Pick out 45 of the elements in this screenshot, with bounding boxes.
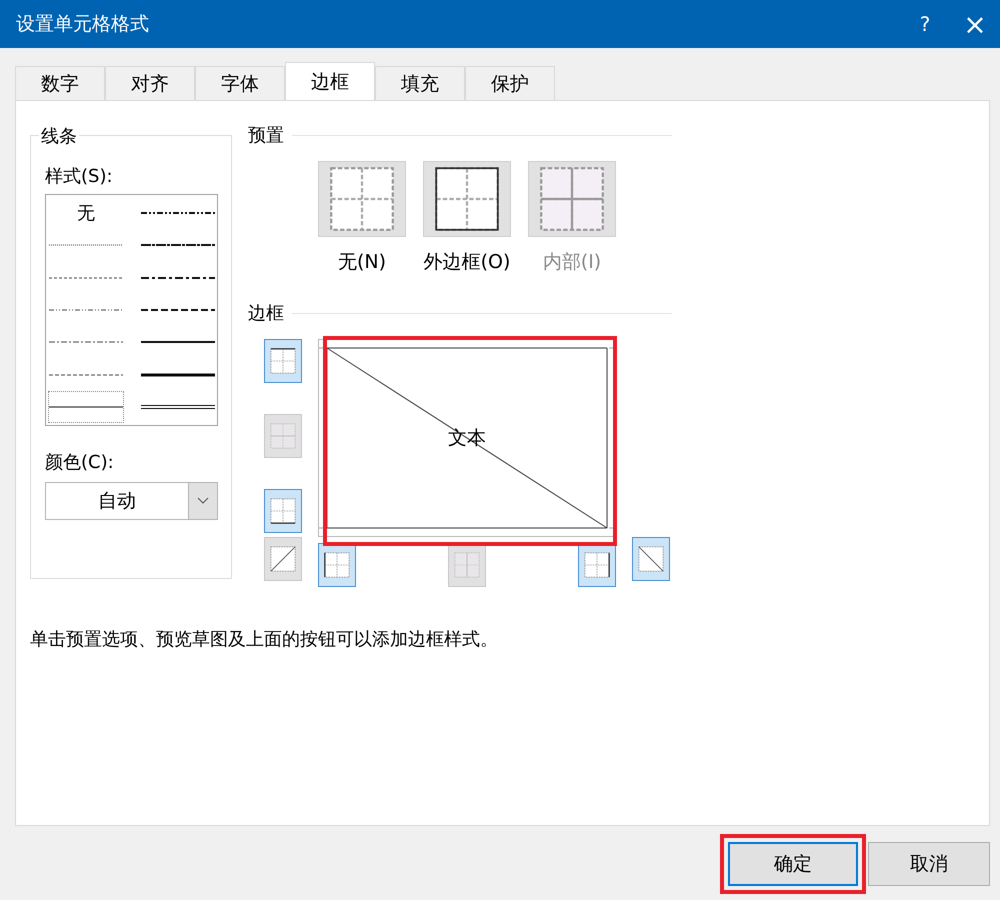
chevron-down-icon xyxy=(197,497,209,505)
color-dropdown[interactable]: 自动 xyxy=(45,482,218,520)
line-style-list[interactable]: 无 xyxy=(45,194,218,426)
ok-button[interactable]: 确定 xyxy=(728,842,858,886)
preset-button[interactable] xyxy=(423,161,511,237)
grid-icon xyxy=(270,423,296,449)
grid-icon xyxy=(270,498,296,524)
grid-icon xyxy=(329,166,395,232)
window-title: 设置单元格格式 xyxy=(16,12,150,37)
style-label: 样式(S): xyxy=(45,165,113,188)
section-title: 边框 xyxy=(248,302,284,325)
border-toggle-button[interactable] xyxy=(318,543,356,587)
hint-text: 单击预置选项、预览草图及上面的按钮可以添加边框样式。 xyxy=(30,628,499,651)
border-toggle-button[interactable] xyxy=(578,543,616,587)
tab[interactable]: 数字 xyxy=(15,66,105,100)
preset-label: 无(N) xyxy=(338,250,386,275)
section-title: 预置 xyxy=(248,124,284,147)
border-toggle-button[interactable] xyxy=(632,537,670,581)
grid-icon xyxy=(324,552,350,578)
tab[interactable]: 对齐 xyxy=(105,66,195,100)
grid-icon xyxy=(454,552,480,578)
line-sample-icon xyxy=(141,402,215,411)
diagonal-icon xyxy=(270,546,296,572)
tab[interactable]: 字体 xyxy=(195,66,285,100)
border-toggle-button[interactable] xyxy=(264,537,302,581)
diagonal-icon xyxy=(638,546,664,572)
tab[interactable]: 保护 xyxy=(465,66,555,100)
preset-label: 外边框(O) xyxy=(424,250,510,275)
grid-icon xyxy=(434,166,500,232)
grid-icon xyxy=(539,166,605,232)
grid-icon xyxy=(584,552,610,578)
line-style-option[interactable]: 无 xyxy=(48,197,124,230)
close-button[interactable]: × xyxy=(950,0,1000,48)
border-toggle-button[interactable] xyxy=(264,489,302,533)
tab[interactable]: 填充 xyxy=(375,66,465,100)
line-sample-icon xyxy=(141,370,215,379)
color-label: 颜色(C): xyxy=(45,451,114,474)
tab[interactable]: 边框 xyxy=(285,62,375,100)
preview-text: 文本 xyxy=(448,426,486,451)
help-button[interactable]: ? xyxy=(900,0,950,48)
border-toggle-button[interactable] xyxy=(264,339,302,383)
cancel-button[interactable]: 取消 xyxy=(868,842,990,886)
grid-icon xyxy=(270,348,296,374)
preset-label: 内部(I) xyxy=(542,250,602,275)
line-style-option[interactable] xyxy=(48,390,124,423)
